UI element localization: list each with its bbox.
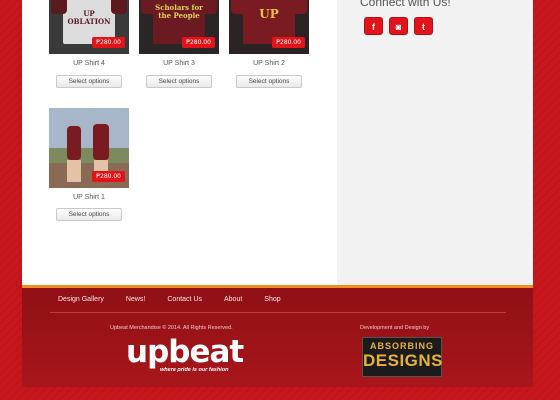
- footer-link-about[interactable]: About: [224, 296, 242, 303]
- product-title[interactable]: UP Shirt 3: [139, 60, 219, 67]
- footer-link-design-gallery[interactable]: Design Gallery: [58, 296, 104, 303]
- product-image[interactable]: UP ₱280.00: [229, 0, 309, 54]
- price-tag: ₱280.00: [92, 171, 125, 182]
- product-title[interactable]: UP Shirt 1: [49, 194, 129, 201]
- upbeat-logo[interactable]: upbeat: [126, 337, 244, 368]
- shirt-print-text: Scholars for the People: [155, 3, 203, 20]
- absorbing-designs-logo[interactable]: ABSORBING DESIGNS: [362, 337, 444, 377]
- product-image[interactable]: Scholars for the People ₱280.00: [139, 0, 219, 54]
- footer-link-shop[interactable]: Shop: [264, 296, 280, 303]
- price-tag: ₱280.00: [182, 37, 215, 48]
- footer-link-news[interactable]: News!: [126, 296, 145, 303]
- product-image[interactable]: ₱280.00: [49, 108, 129, 188]
- connect-title: Connect with Us!: [360, 0, 451, 9]
- price-tag: ₱280.00: [272, 37, 305, 48]
- footer-link-contact-us[interactable]: Contact Us: [167, 296, 202, 303]
- sidebar: [337, 0, 533, 285]
- facebook-icon[interactable]: f: [364, 17, 383, 35]
- logo-tagline: where pride is our fashion: [160, 367, 229, 373]
- copyright-text: Upbeat Merchandise © 2014. All Rights Re…: [110, 325, 233, 331]
- product-title[interactable]: UP Shirt 4: [49, 60, 129, 67]
- select-options-button[interactable]: Select options: [236, 75, 302, 88]
- instagram-icon[interactable]: ◙: [389, 17, 408, 35]
- dev-logo-line2: DESIGNS: [363, 351, 444, 370]
- product-title[interactable]: UP Shirt 2: [229, 60, 309, 67]
- price-tag: ₱280.00: [92, 37, 125, 48]
- developer-credit: Development and Design by: [360, 325, 430, 331]
- twitter-icon[interactable]: t: [414, 17, 433, 35]
- product-image[interactable]: UP OBLATION ₱280.00: [49, 0, 129, 54]
- footer: Design Gallery News! Contact Us About Sh…: [22, 285, 533, 387]
- footer-divider: [50, 312, 506, 313]
- select-options-button[interactable]: Select options: [146, 75, 212, 88]
- footer-nav: Design Gallery News! Contact Us About Sh…: [58, 296, 303, 303]
- select-options-button[interactable]: Select options: [56, 208, 122, 221]
- shirt-print-text: UP OBLATION: [67, 9, 111, 26]
- shirt-print-text: UP: [259, 7, 279, 21]
- select-options-button[interactable]: Select options: [56, 75, 122, 88]
- dev-logo-line1: ABSORBING: [369, 341, 434, 351]
